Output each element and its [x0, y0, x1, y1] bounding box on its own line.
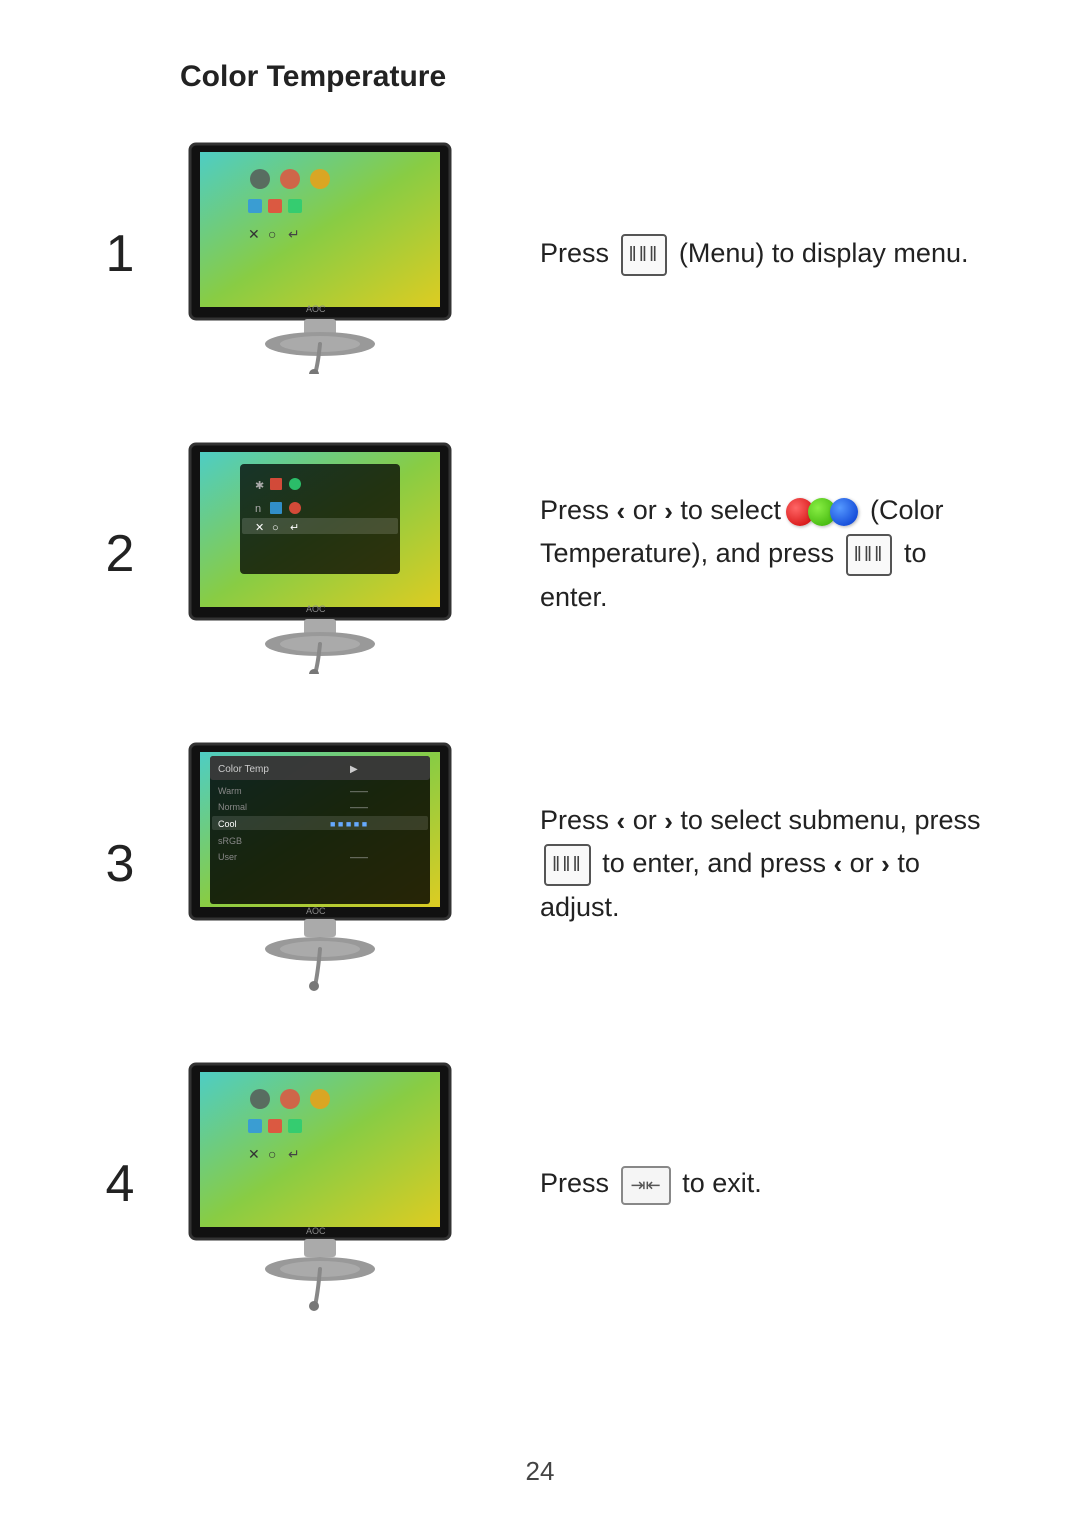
svg-text:AOC: AOC [306, 1226, 326, 1236]
svg-text:↵: ↵ [288, 226, 300, 242]
step-1-number: 1 [80, 224, 160, 284]
svg-text:■ ■ ■ ■ ■: ■ ■ ■ ■ ■ [330, 819, 367, 829]
step-3-number: 3 [80, 834, 160, 894]
step-3-instruction: Press ‹ or › to select submenu, press ‖‖… [480, 799, 1000, 930]
step-4-row: 4 ✕ ○ [80, 1054, 1000, 1314]
svg-text:Color Temp: Color Temp [218, 764, 269, 775]
svg-text:○: ○ [272, 522, 279, 534]
svg-text:Warm: Warm [218, 786, 242, 796]
svg-text:n: n [255, 503, 261, 515]
svg-text:↵: ↵ [290, 522, 299, 534]
step-1-instruction: Press ‖‖‖ (Menu) to display menu. [480, 232, 1000, 276]
svg-text:User: User [218, 852, 237, 862]
svg-text:✕: ✕ [248, 1146, 260, 1162]
svg-text:Cool: Cool [218, 819, 237, 829]
step-2-monitor: ✱ n ✕ ○ ↵ AOC [160, 434, 480, 674]
svg-text:↵: ↵ [288, 1146, 300, 1162]
color-balls-icon [792, 498, 858, 526]
step-4-instruction: Press ⇥⇤ to exit. [480, 1162, 1000, 1205]
svg-text:○: ○ [268, 1146, 276, 1162]
monitor-4-svg: ✕ ○ ↵ AOC [180, 1054, 460, 1314]
svg-text:——: —— [350, 852, 368, 862]
chevron-left-icon-2: ‹ [617, 491, 626, 533]
svg-text:AOC: AOC [306, 604, 326, 614]
svg-text:AOC: AOC [306, 906, 326, 916]
step-1-text: (Menu) to display menu. [679, 238, 969, 268]
page-number: 24 [526, 1456, 555, 1487]
step-1-row: 1 [80, 134, 1000, 374]
svg-text:▶: ▶ [350, 764, 358, 775]
ball-blue [830, 498, 858, 526]
svg-text:✕: ✕ [248, 226, 260, 242]
exit-button-icon: ⇥⇤ [621, 1166, 671, 1205]
monitor-2-svg: ✱ n ✕ ○ ↵ AOC [180, 434, 460, 674]
svg-text:✱: ✱ [255, 480, 264, 492]
chevron-right-icon-3b: › [881, 844, 890, 886]
menu-button-icon-3: ‖‖‖ [544, 844, 591, 886]
step-1-monitor: ✕ ○ ↵ AOC [160, 134, 480, 374]
monitor-3-svg: Color Temp ▶ Warm —— Normal —— Cool ■ ■ … [180, 734, 460, 994]
step-2-row: 2 ✱ n [80, 434, 1000, 674]
step-4-monitor: ✕ ○ ↵ AOC [160, 1054, 480, 1314]
svg-text:Normal: Normal [218, 802, 247, 812]
svg-text:○: ○ [268, 226, 276, 242]
chevron-right-icon-3a: › [664, 801, 673, 843]
svg-text:——: —— [350, 802, 368, 812]
menu-button-icon-1: ‖‖‖ [621, 234, 668, 276]
svg-text:——: —— [350, 786, 368, 796]
page-title: Color Temperature [180, 60, 1000, 94]
chevron-right-icon-2: › [664, 491, 673, 533]
svg-text:sRGB: sRGB [218, 836, 242, 846]
step-3-monitor: Color Temp ▶ Warm —— Normal —— Cool ■ ■ … [160, 734, 480, 994]
chevron-left-icon-3a: ‹ [617, 801, 626, 843]
svg-text:✕: ✕ [255, 522, 264, 534]
step-3-row: 3 Color Temp ▶ Warm [80, 734, 1000, 994]
chevron-left-icon-3b: ‹ [833, 844, 842, 886]
svg-text:AOC: AOC [306, 304, 326, 314]
monitor-1-svg: ✕ ○ ↵ AOC [180, 134, 460, 374]
step-2-number: 2 [80, 524, 160, 584]
step-4-number: 4 [80, 1154, 160, 1214]
menu-button-icon-2: ‖‖‖ [846, 534, 893, 576]
step-2-instruction: Press ‹ or › to select (Color Temperatur… [480, 489, 1000, 620]
